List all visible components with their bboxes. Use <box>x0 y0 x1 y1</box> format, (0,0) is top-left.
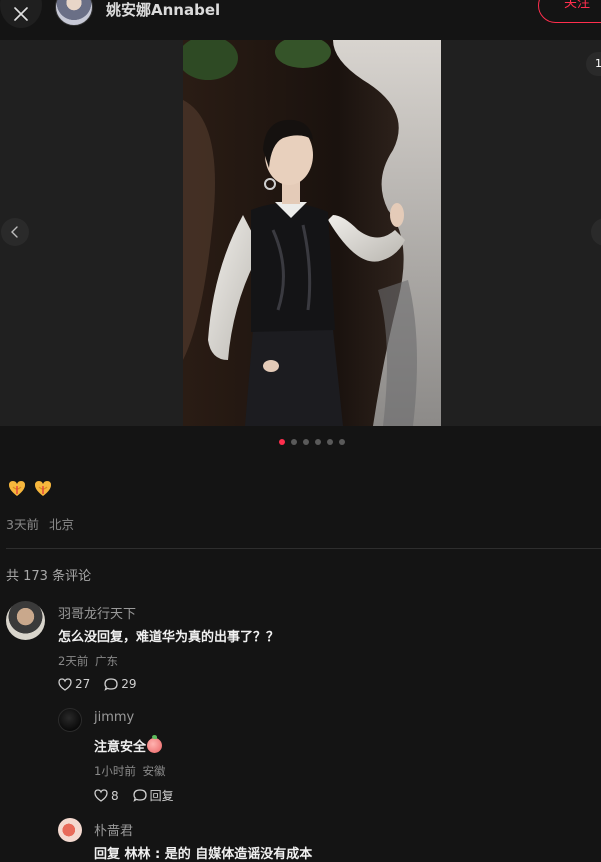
carousel-dot-1[interactable] <box>279 439 285 445</box>
divider <box>6 548 601 549</box>
comment-avatar[interactable] <box>58 818 82 842</box>
note-meta: 3天前 北京 <box>6 514 74 533</box>
follow-button[interactable]: 关注 <box>538 0 601 23</box>
carousel-dot-5[interactable] <box>327 439 333 445</box>
comment-text-content: 注意安全 <box>94 740 147 755</box>
like-count: 8 <box>111 788 119 803</box>
comment-avatar[interactable] <box>6 601 45 640</box>
comment-author-name[interactable]: jimmy <box>94 710 134 725</box>
heart-hands-icon <box>9 481 25 496</box>
reply-count: 29 <box>121 677 137 691</box>
comment-author-name[interactable]: 朴啬君 <box>94 820 133 839</box>
comment-avatar[interactable] <box>58 708 82 732</box>
comment-time: 1小时前 <box>94 764 136 778</box>
chat-bubble-icon <box>104 677 118 691</box>
comment-meta: 2天前 广东 <box>58 653 118 669</box>
carousel-dot-6[interactable] <box>339 439 345 445</box>
comment-location: 安徽 <box>142 764 166 778</box>
comment-text[interactable]: 怎么没回复，难道华为真的出事了？？ <box>58 626 279 645</box>
image-carousel[interactable]: 1 <box>0 40 601 426</box>
heart-outline-icon <box>58 677 72 691</box>
note-header: 姚安娜Annabel 关注 <box>0 0 601 40</box>
comment-time: 2天前 <box>58 654 89 668</box>
peach-face-emoji <box>147 735 163 753</box>
previous-image-button[interactable] <box>1 218 29 246</box>
note-photo[interactable] <box>183 40 441 426</box>
carousel-dot-3[interactable] <box>303 439 309 445</box>
carousel-dot-4[interactable] <box>315 439 321 445</box>
chat-bubble-icon <box>132 789 147 802</box>
note-location: 北京 <box>48 517 74 532</box>
reply-button[interactable]: 回复 <box>132 787 174 804</box>
author-avatar[interactable] <box>55 0 93 26</box>
comment-text[interactable]: 注意安全 <box>94 735 163 755</box>
like-button[interactable]: 27 <box>58 677 90 691</box>
comment-location: 广东 <box>94 654 118 668</box>
comment-actions: 8 回复 <box>94 787 188 804</box>
comment-meta: 1小时前 安徽 <box>94 763 165 779</box>
note-emoji-line <box>7 480 53 498</box>
reply-button[interactable]: 29 <box>104 677 137 691</box>
like-count: 27 <box>75 677 91 691</box>
chevron-left-icon <box>11 226 18 238</box>
page-counter: 1 <box>586 52 601 76</box>
comment-author-name[interactable]: 羽哥龙行天下 <box>58 603 136 622</box>
heart-outline-icon <box>94 789 108 802</box>
carousel-dots <box>279 439 345 445</box>
photo-woman-in-vest <box>183 40 441 426</box>
heart-hands-icon <box>35 481 51 496</box>
close-button[interactable] <box>0 0 42 28</box>
comment-actions: 27 29 <box>58 677 151 691</box>
carousel-dot-2[interactable] <box>291 439 297 445</box>
note-time: 3天前 <box>6 517 39 532</box>
comment-count: 共 173 条评论 <box>6 569 92 584</box>
like-button[interactable]: 8 <box>94 789 119 803</box>
reply-label: 回复 <box>149 789 174 803</box>
author-name[interactable]: 姚安娜Annabel <box>106 0 220 20</box>
close-icon <box>14 7 28 21</box>
next-image-button[interactable] <box>591 218 601 246</box>
comment-text[interactable]: 回复 林林 : 是的 自媒体造谣没有成本 <box>94 843 312 862</box>
